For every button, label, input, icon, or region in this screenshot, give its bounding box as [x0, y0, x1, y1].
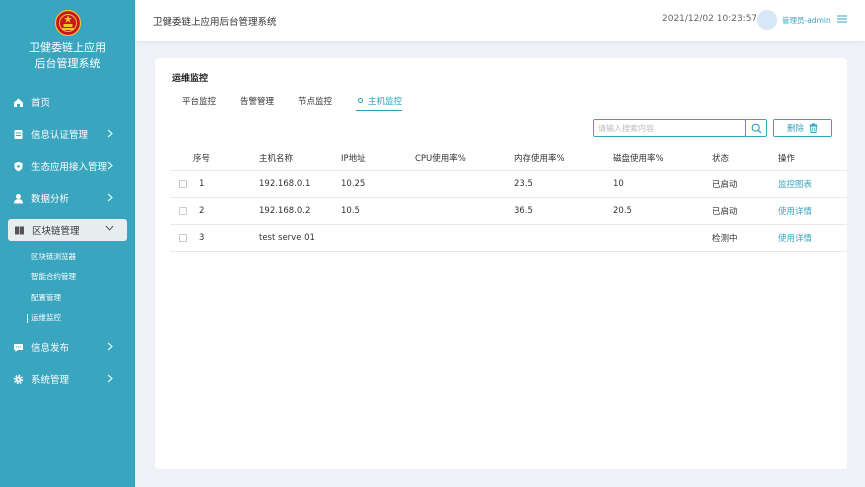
- chevron-down-icon: [105, 225, 114, 231]
- cell-host-name: 192.168.0.1: [259, 179, 311, 189]
- sidebar-item-label: 数据分析: [31, 194, 70, 205]
- book-icon: [14, 225, 25, 236]
- user-name[interactable]: 管理员-admin: [782, 15, 831, 26]
- search-button[interactable]: [745, 119, 767, 137]
- chat-bubble-icon: [13, 342, 24, 353]
- header-title: 卫健委链上应用后台管理系统: [153, 17, 277, 28]
- table-header-row: 序号 主机名称 IP地址 CPU使用率% 内存使用率% 磁盘使用率% 状态 操作: [170, 146, 847, 171]
- action-link[interactable]: 使用详情: [778, 198, 812, 224]
- sidebar-item-blockchain[interactable]: 区块链管理: [8, 219, 127, 241]
- active-dot-icon: [358, 98, 364, 103]
- delete-button[interactable]: 删除: [773, 119, 832, 137]
- submenu-item-smart-contract[interactable]: 智能合约管理: [0, 267, 135, 288]
- column-header-index: 序号: [193, 154, 211, 164]
- chevron-right-icon: [107, 342, 113, 351]
- sidebar-item-label: 首页: [31, 98, 51, 109]
- sidebar: 卫健委链上应用 后台管理系统 首页 信息认证管理 生态应用接入管理 数据分析 区…: [0, 0, 135, 487]
- trash-icon: [809, 123, 818, 133]
- document-icon: [13, 129, 24, 140]
- tab-node-monitor[interactable]: 节点监控: [298, 95, 332, 111]
- chevron-right-icon: [107, 193, 113, 202]
- cell-ip: 10.25: [341, 179, 366, 189]
- column-header-memory: 内存使用率%: [514, 154, 565, 164]
- system-title-line2: 后台管理系统: [34, 57, 101, 70]
- cell-index: 2: [199, 206, 205, 216]
- table-row: 3 test serve 01 检测中 使用详情: [170, 225, 847, 252]
- search-input[interactable]: [596, 121, 744, 135]
- search-icon: [751, 123, 761, 133]
- sidebar-item-system[interactable]: 系统管理: [0, 363, 135, 395]
- cell-memory: 36.5: [514, 206, 533, 216]
- sidebar-item-label: 信息认证管理: [31, 130, 89, 141]
- sidebar-item-info-auth[interactable]: 信息认证管理: [0, 118, 135, 150]
- table-row: 1 192.168.0.1 10.25 23.5 10 已启动 监控图表: [170, 171, 847, 198]
- submenu-item-config[interactable]: 配置管理: [0, 287, 135, 308]
- submenu-item-ops-monitor[interactable]: 运维监控: [0, 308, 135, 329]
- column-header-host-name: 主机名称: [259, 154, 294, 164]
- sidebar-item-label: 系统管理: [31, 375, 70, 386]
- tab-host-monitor[interactable]: 主机监控: [356, 95, 403, 111]
- sidebar-item-home[interactable]: 首页: [0, 86, 135, 118]
- submenu-item-blockchain-browser[interactable]: 区块链浏览器: [0, 246, 135, 267]
- tab-bar: 平台监控 告警管理 节点监控 主机监控: [182, 95, 426, 111]
- sidebar-item-label: 生态应用接入管理: [31, 162, 108, 173]
- delete-button-label: 删除: [786, 124, 804, 134]
- menu-icon[interactable]: [837, 14, 847, 24]
- cell-status: 已启动: [712, 207, 738, 217]
- row-checkbox[interactable]: [179, 207, 187, 215]
- gear-icon: [13, 374, 24, 385]
- system-title: 卫健委链上应用 后台管理系统: [0, 40, 135, 72]
- chevron-right-icon: [107, 374, 113, 383]
- cell-memory: 23.5: [514, 179, 533, 189]
- host-table: 序号 主机名称 IP地址 CPU使用率% 内存使用率% 磁盘使用率% 状态 操作…: [170, 146, 847, 252]
- cell-index: 3: [199, 233, 205, 243]
- system-title-line1: 卫健委链上应用: [29, 41, 106, 54]
- row-checkbox[interactable]: [179, 180, 187, 188]
- column-header-action: 操作: [778, 154, 796, 164]
- national-emblem-icon: [55, 10, 81, 36]
- action-link[interactable]: 使用详情: [778, 225, 812, 251]
- cell-host-name: 192.168.0.2: [259, 206, 311, 216]
- avatar[interactable]: [757, 10, 777, 30]
- sidebar-item-ecosystem[interactable]: 生态应用接入管理: [0, 150, 135, 182]
- tab-platform-monitor[interactable]: 平台监控: [182, 95, 216, 111]
- cell-ip: 10.5: [341, 206, 360, 216]
- cell-index: 1: [199, 179, 205, 189]
- cell-disk: 20.5: [613, 206, 632, 216]
- action-link[interactable]: 监控图表: [778, 171, 812, 197]
- sidebar-menu: 首页 信息认证管理 生态应用接入管理 数据分析 区块链管理 区块链浏览器 智能合…: [0, 86, 135, 395]
- table-row: 2 192.168.0.2 10.5 36.5 20.5 已启动 使用详情: [170, 198, 847, 225]
- chevron-right-icon: [107, 129, 113, 138]
- user-icon: [13, 193, 24, 204]
- cell-status: 检测中: [712, 234, 738, 244]
- search-box: [593, 119, 746, 137]
- blockchain-submenu: 区块链浏览器 智能合约管理 配置管理 运维监控: [0, 246, 135, 328]
- sidebar-item-label: 信息发布: [31, 343, 70, 354]
- column-header-ip: IP地址: [341, 154, 366, 164]
- cell-disk: 10: [613, 179, 624, 189]
- sidebar-item-info-publish[interactable]: 信息发布: [0, 331, 135, 363]
- sidebar-item-data-analysis[interactable]: 数据分析: [0, 182, 135, 214]
- column-header-status: 状态: [712, 154, 730, 164]
- sidebar-item-label: 区块链管理: [32, 226, 80, 237]
- main-card: 运维监控 平台监控 告警管理 节点监控 主机监控 删除 序号 主机名称 IP地址…: [155, 58, 847, 469]
- shield-icon: [13, 161, 24, 172]
- column-header-cpu: CPU使用率%: [415, 154, 466, 164]
- tab-alarm-management[interactable]: 告警管理: [240, 95, 274, 111]
- cell-host-name: test serve 01: [259, 233, 315, 243]
- row-checkbox[interactable]: [179, 234, 187, 242]
- home-icon: [13, 97, 24, 108]
- header-datetime: 2021/12/02 10:23:57: [662, 14, 758, 24]
- page-title: 运维监控: [172, 74, 209, 84]
- chevron-right-icon: [107, 161, 113, 170]
- tab-label: 主机监控: [368, 97, 403, 107]
- cell-status: 已启动: [712, 180, 738, 190]
- column-header-disk: 磁盘使用率%: [613, 154, 664, 164]
- top-header: 卫健委链上应用后台管理系统 2021/12/02 10:23:57 管理员-ad…: [135, 0, 865, 41]
